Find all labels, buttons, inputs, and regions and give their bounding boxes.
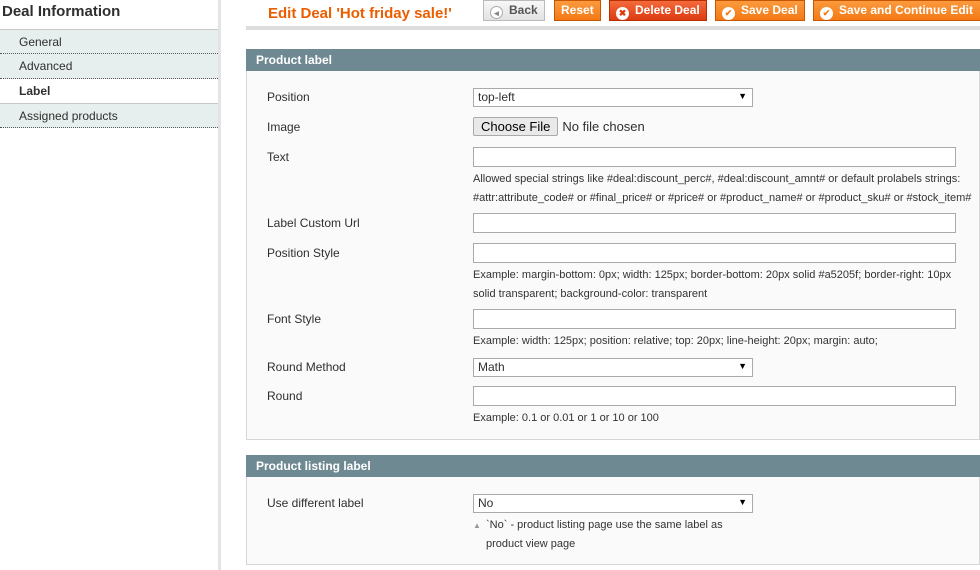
save-continue-button[interactable]: ✔ Save and Continue Edit [813,0,980,21]
tab-advanced[interactable]: Advanced [0,54,218,79]
reset-label: Reset [561,3,594,17]
back-arrow-icon: ◂ [490,6,503,19]
use-different-note-text: `No` - product listing page use the same… [486,519,723,550]
font-style-input[interactable] [473,309,956,329]
delete-icon: ✖ [616,7,629,20]
font-style-label: Font Style [267,312,322,326]
font-style-note: Example: width: 125px; position: relativ… [473,335,878,347]
tab-assigned-products[interactable]: Assigned products [0,103,218,128]
check-icon: ✔ [820,7,833,20]
reset-button[interactable]: Reset [554,0,601,21]
position-row: Position top-left [267,88,979,109]
position-style-input[interactable] [473,243,956,263]
use-different-note: ▲ `No` - product listing page use the sam… [473,516,733,554]
save-label: Save Deal [741,3,798,17]
image-label: Image [267,120,301,134]
delete-deal-button[interactable]: ✖ Delete Deal [609,0,707,21]
file-status: No file chosen [562,119,645,134]
tab-general[interactable]: General [0,29,218,54]
image-file-input[interactable]: Choose File No file chosen [473,117,645,136]
custom-url-label: Label Custom Url [267,216,360,230]
position-label: Position [267,90,310,104]
round-label: Round [267,389,303,403]
page-header: Edit Deal 'Hot friday sale!' ◂ Back Reset… [246,0,980,30]
save-continue-label: Save and Continue Edit [839,3,974,17]
round-method-row: Round Method Math [267,358,979,379]
round-note: Example: 0.1 or 0.01 or 1 or 10 or 100 [473,412,659,424]
text-input[interactable] [473,147,956,167]
round-input[interactable] [473,386,956,406]
section-title: Product listing label [246,455,980,477]
section-title: Product label [246,49,980,71]
listing-label-section: Product listing label Use different labe… [246,455,980,565]
sidebar: Deal Information General Advanced Label … [0,0,221,570]
sidebar-title: Deal Information [2,3,121,20]
round-method-label: Round Method [267,360,346,374]
tab-label[interactable]: Label [0,79,218,103]
custom-url-input[interactable] [473,213,956,233]
choose-file-button[interactable]: Choose File [473,117,559,136]
round-method-select[interactable]: Math [473,358,753,377]
position-style-note: Example: margin-bottom: 0px; width: 125p… [473,269,952,300]
save-deal-button[interactable]: ✔ Save Deal [715,0,805,21]
delete-label: Delete Deal [635,3,700,17]
use-different-select[interactable]: No [473,494,753,513]
position-style-label: Position Style [267,246,340,260]
use-different-label: Use different label [267,496,364,510]
position-select[interactable]: top-left [473,88,753,107]
text-label: Text [267,150,290,164]
page-title: Edit Deal 'Hot friday sale!' [268,5,452,22]
triangle-up-icon: ▲ [473,521,481,530]
back-label: Back [509,3,538,17]
back-button[interactable]: ◂ Back [483,0,545,21]
text-note: Allowed special strings like #deal:disco… [473,173,972,204]
check-icon: ✔ [722,7,735,20]
product-label-section: Product label Position top-left Image Ch… [246,49,980,440]
